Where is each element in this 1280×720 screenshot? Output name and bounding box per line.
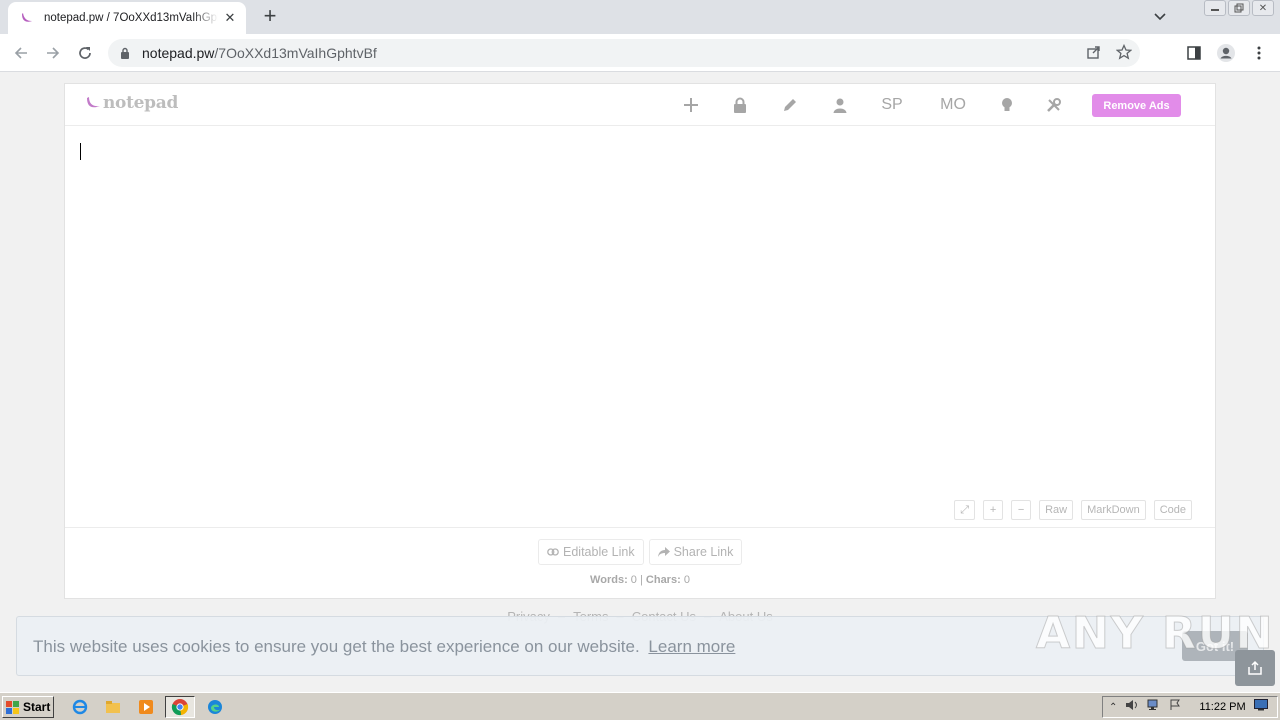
sp-label: SP	[881, 96, 903, 113]
note-editor[interactable]: ⤢ + − Raw MarkDown Code	[65, 127, 1215, 527]
notepad-logo-mark-icon	[87, 97, 100, 108]
zoom-out-minus-icon[interactable]: −	[1011, 500, 1032, 520]
start-button[interactable]: Start	[2, 696, 54, 718]
corner-share-icon[interactable]	[1235, 650, 1275, 686]
edge-icon[interactable]	[204, 697, 226, 717]
notepad-card: notepad SP MO Remove Ads ⤢ + − Raw MarkD…	[64, 83, 1216, 599]
chars-label: Chars:	[645, 574, 681, 586]
volume-icon[interactable]	[1125, 698, 1139, 716]
raw-mode-button[interactable]: Raw	[1039, 500, 1074, 520]
chrome-taskbar-icon[interactable]	[165, 696, 195, 718]
browser-tab[interactable]: notepad.pw / 7OoXXd13mVaIhGphtvBf ✕	[8, 2, 246, 34]
mo-label: MO	[940, 96, 966, 113]
editable-link-label: Editable Link	[563, 545, 635, 559]
edit-pencil-icon[interactable]	[779, 94, 801, 116]
words-label: Words:	[590, 574, 628, 586]
text-caret	[80, 143, 81, 160]
new-tab-button[interactable]: +	[258, 5, 282, 29]
tab-title: notepad.pw / 7OoXXd13mVaIhGphtvBf	[44, 12, 218, 24]
zoom-in-plus-icon[interactable]: +	[983, 500, 1004, 520]
editable-link-button[interactable]: Editable Link	[538, 539, 644, 565]
window-close-icon[interactable]: ✕	[1252, 0, 1274, 16]
chain-link-icon	[547, 548, 559, 556]
lightbulb-icon[interactable]	[997, 94, 1017, 116]
share-link-button[interactable]: Share Link	[648, 539, 743, 565]
tab-close-icon[interactable]: ✕	[222, 10, 238, 26]
media-player-icon[interactable]	[135, 697, 157, 717]
word-char-stats: Words: 0 | Chars: 0	[65, 574, 1215, 586]
side-panel-icon[interactable]	[1181, 40, 1207, 66]
share-arrow-icon	[657, 547, 670, 557]
cookie-text: This website uses cookies to ensure you …	[33, 637, 640, 656]
network-icon[interactable]	[1147, 698, 1161, 716]
browser-toolbar: notepad.pw/7OoXXd13mVaIhGphtvBf	[0, 34, 1280, 72]
fullscreen-expand-icon[interactable]: ⤢	[954, 500, 976, 520]
editor-tools: ⤢ + − Raw MarkDown Code	[954, 500, 1192, 520]
action-center-flag-icon[interactable]	[1169, 698, 1181, 716]
back-arrow-icon[interactable]	[8, 40, 34, 66]
reload-icon[interactable]	[72, 40, 98, 66]
link-buttons: Editable Link Share Link	[538, 539, 743, 565]
url-path: /7OoXXd13mVaIhGphtvBf	[214, 45, 377, 61]
forward-arrow-icon[interactable]	[40, 40, 66, 66]
notepad-logo[interactable]: notepad	[85, 93, 178, 113]
share-page-icon[interactable]	[1086, 44, 1102, 65]
browser-tabstrip: notepad.pw / 7OoXXd13mVaIhGphtvBf ✕ + ✕	[0, 0, 1280, 34]
url-host: notepad.pw	[142, 45, 215, 61]
windows-taskbar: Start ⌃ 11:22 PM	[0, 692, 1280, 720]
windows-logo-icon	[6, 700, 19, 714]
share-link-label: Share Link	[673, 545, 734, 559]
address-bar[interactable]: notepad.pw/7OoXXd13mVaIhGphtvBf	[108, 39, 1140, 67]
markdown-mode-button[interactable]: MarkDown	[1081, 500, 1146, 520]
cookie-message: This website uses cookies to ensure you …	[33, 637, 735, 657]
profile-avatar-icon[interactable]	[1213, 40, 1239, 66]
new-note-plus-icon[interactable]	[680, 94, 702, 116]
restore-icon[interactable]	[1228, 0, 1250, 16]
words-count: 0	[630, 574, 637, 586]
tab-search-chevron-icon[interactable]	[1150, 8, 1170, 26]
taskbar-clock: 11:22 PM	[1199, 701, 1246, 713]
file-explorer-icon[interactable]	[102, 697, 124, 717]
internet-explorer-icon[interactable]	[69, 697, 91, 717]
mo-button[interactable]: MO	[936, 94, 970, 116]
lock-note-icon[interactable]	[729, 94, 751, 116]
notepad-footer: Editable Link Share Link Words: 0 | Char…	[65, 527, 1215, 599]
code-mode-button[interactable]: Code	[1153, 500, 1192, 520]
system-tray: ⌃ 11:22 PM	[1102, 696, 1278, 718]
start-label: Start	[23, 700, 51, 714]
browser-menu-icon[interactable]	[1246, 40, 1272, 66]
lock-icon[interactable]	[120, 46, 134, 60]
learn-more-link[interactable]: Learn more	[648, 637, 735, 656]
bookmark-star-icon[interactable]	[1115, 43, 1133, 65]
user-icon[interactable]	[829, 94, 851, 116]
tools-icon[interactable]	[1043, 94, 1065, 116]
remove-ads-button[interactable]: Remove Ads	[1092, 94, 1181, 117]
logo-text: notepad	[103, 93, 179, 113]
notepad-favicon-icon	[20, 10, 36, 26]
minimize-icon[interactable]	[1204, 0, 1226, 16]
notepad-header: notepad SP MO Remove Ads	[65, 84, 1215, 126]
sp-button[interactable]: SP	[879, 94, 905, 116]
tray-expand-icon[interactable]: ⌃	[1109, 702, 1117, 713]
window-controls: ✕	[1204, 0, 1274, 16]
chars-count: 0	[683, 574, 690, 586]
page-viewport: notepad SP MO Remove Ads ⤢ + − Raw MarkD…	[0, 72, 1280, 692]
show-desktop-icon[interactable]	[1253, 698, 1268, 716]
